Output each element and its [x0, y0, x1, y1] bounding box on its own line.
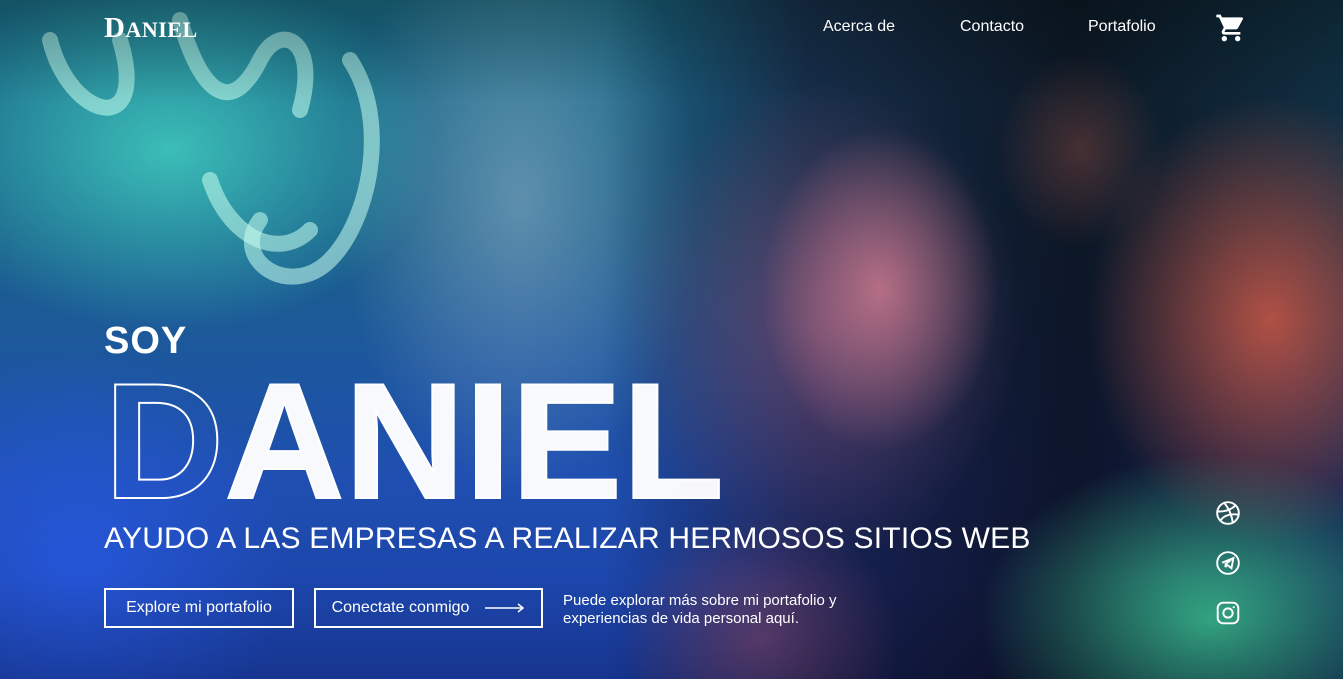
- nav-link-portafolio[interactable]: Portafolio: [1088, 18, 1156, 36]
- arrow-right-icon: [485, 603, 525, 613]
- nav-link-contacto[interactable]: Contacto: [960, 18, 1024, 36]
- shopping-cart-icon[interactable]: [1215, 12, 1247, 44]
- instagram-icon: [1216, 601, 1240, 625]
- instagram-link[interactable]: [1215, 600, 1241, 626]
- nav-link-acerca[interactable]: Acerca de: [823, 18, 895, 36]
- hero-name-graphic: DANIEL DANIEL: [103, 348, 725, 534]
- hero-intro: SOY: [104, 320, 188, 362]
- explore-portfolio-button[interactable]: Explore mi portafolio: [104, 588, 294, 628]
- hero-tagline: AYUDO A LAS EMPRESAS A REALIZAR HERMOSOS…: [104, 522, 1031, 555]
- connect-with-me-button[interactable]: Conectate conmigo: [314, 588, 543, 628]
- telegram-icon: [1216, 551, 1240, 575]
- hero-description: Puede explorar más sobre mi portafolio y…: [563, 592, 837, 627]
- hero-background-photo: [0, 0, 1343, 679]
- connect-label: Conectate conmigo: [331, 599, 470, 616]
- site-logo[interactable]: DANIEL: [104, 12, 198, 45]
- dribbble-link[interactable]: [1215, 500, 1241, 526]
- logo-rest: ANIEL: [125, 17, 198, 42]
- dribbble-icon: [1216, 501, 1240, 525]
- hero-name: DANIEL DANIEL: [103, 348, 744, 534]
- logo-initial: D: [104, 12, 126, 44]
- explore-portfolio-label: Explore mi portafolio: [126, 599, 272, 616]
- telegram-link[interactable]: [1215, 550, 1241, 576]
